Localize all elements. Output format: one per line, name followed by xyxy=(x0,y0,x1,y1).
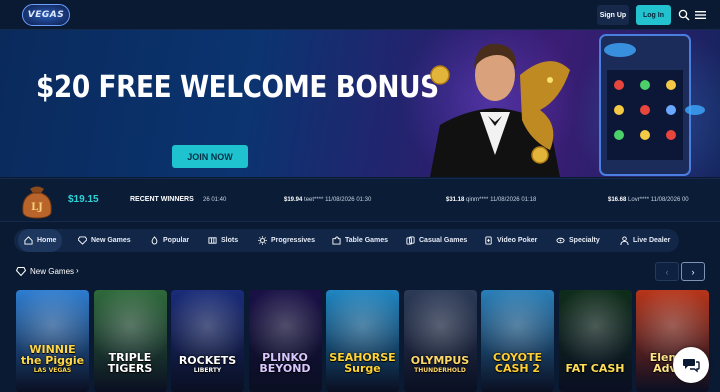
category-casual-games[interactable]: Casual Games xyxy=(406,229,467,252)
game-subtitle: LAS VEGAS xyxy=(33,367,72,374)
home-icon xyxy=(24,236,33,245)
category-slots[interactable]: Slots xyxy=(208,229,238,252)
winner-date: 26 01:40 xyxy=(203,197,227,203)
game-title: ROCKETS LIBERTY xyxy=(178,354,237,374)
slot-machine-illustration xyxy=(599,34,705,176)
game-tile[interactable]: TRIPLE TIGERS xyxy=(93,290,167,392)
category-label: Slots xyxy=(221,237,239,244)
login-button[interactable]: Log In xyxy=(636,5,671,25)
poker-icon xyxy=(485,236,492,245)
specialty-icon xyxy=(556,237,565,244)
hero-title: $20 FREE WELCOME BONUS xyxy=(36,70,439,105)
winner-user: Lovr**** xyxy=(628,197,650,203)
category-label: Home xyxy=(37,237,57,244)
game-subtitle: LIBERTY xyxy=(193,367,222,374)
diamond-icon xyxy=(16,267,26,276)
category-live-dealer[interactable]: Live Dealer xyxy=(620,229,670,252)
game-tile[interactable]: FAT CASH xyxy=(558,290,632,392)
game-title: SEAHORSE Surge xyxy=(329,351,396,375)
diamond-icon xyxy=(78,236,87,245)
vegas-logo[interactable]: VEGAS xyxy=(22,4,70,26)
winner-entry: $16.68 Lovr**** 11/08/2026 00 xyxy=(608,197,689,203)
category-table-games[interactable]: Table Games xyxy=(332,229,388,252)
category-specialty[interactable]: Specialty xyxy=(556,229,600,252)
game-tile[interactable]: OLYMPUS THUNDERHOLD xyxy=(403,290,477,392)
game-subtitle: THUNDERHOLD xyxy=(414,367,466,374)
winner-date: 11/08/2026 01:18 xyxy=(490,197,537,203)
flame-icon xyxy=(151,236,158,245)
new-games-title[interactable]: New Games xyxy=(30,267,74,276)
game-title: TRIPLE TIGERS xyxy=(107,351,153,375)
winner-amount: $19.94 xyxy=(284,197,303,203)
category-nav: Home New Games Popular Slots Progressive… xyxy=(14,229,679,252)
hero-host-illustration xyxy=(430,43,570,177)
game-tile[interactable]: COYOTE CASH 2 xyxy=(481,290,554,392)
game-tile[interactable]: PLINKO BEYOND xyxy=(248,290,322,392)
chat-icon xyxy=(683,359,700,373)
live-chat-button[interactable] xyxy=(673,347,709,383)
category-label: New Games xyxy=(91,237,131,244)
slots-icon xyxy=(208,237,217,244)
category-label: Table Games xyxy=(345,237,389,244)
winner-entry: $31.18 qinm**** 11/08/2026 01:18 xyxy=(446,197,536,203)
winner-date: 11/08/2026 01:30 xyxy=(325,197,372,203)
search-icon[interactable] xyxy=(678,9,690,21)
jackpot-bag-icon: LJ xyxy=(22,186,52,219)
category-label: Specialty xyxy=(569,237,600,244)
winner-amount: $31.18 xyxy=(446,197,465,203)
carousel-next-button[interactable]: › xyxy=(681,262,705,281)
category-label: Casual Games xyxy=(419,237,468,244)
game-title: WINNIE the Piggie LAS VEGAS xyxy=(16,344,89,374)
winner-entry: $19.94 teet**** 11/08/2026 01:30 xyxy=(284,197,371,203)
recent-winners-title: RECENT WINNERS xyxy=(130,196,194,203)
category-new-games[interactable]: New Games xyxy=(78,229,131,252)
dealer-icon xyxy=(620,236,629,245)
jackpot-bag-letters: LJ xyxy=(31,202,43,213)
game-title: OLYMPUS THUNDERHOLD xyxy=(410,354,470,374)
game-title: FAT CASH xyxy=(565,362,625,375)
game-title: PLINKO BEYOND xyxy=(259,351,311,375)
carousel-prev-button[interactable]: ‹ xyxy=(655,262,679,281)
category-label: Live Dealer xyxy=(633,237,671,244)
puzzle-icon xyxy=(332,236,341,245)
signup-button[interactable]: Sign Up xyxy=(597,5,629,25)
winners-strip: LJ $19.15 RECENT WINNERS 26 01:40 $19.94… xyxy=(0,178,720,222)
game-title: COYOTE CASH 2 xyxy=(493,351,542,375)
game-tile[interactable]: ROCKETS LIBERTY xyxy=(171,290,244,392)
game-tile[interactable]: WINNIE the Piggie LAS VEGAS xyxy=(16,290,89,392)
category-label: Video Poker xyxy=(497,237,538,244)
join-now-button[interactable]: JOIN NOW xyxy=(172,145,248,168)
game-tile[interactable]: SEAHORSE Surge xyxy=(326,290,399,392)
hero-banner[interactable]: $20 FREE WELCOME BONUS JOIN NOW xyxy=(0,30,720,177)
category-label: Popular xyxy=(163,237,190,244)
logo-text: VEGAS xyxy=(27,10,65,20)
category-label: Progressives xyxy=(271,237,315,244)
top-header: VEGAS Sign Up Log In xyxy=(0,0,720,30)
winner-user: teet**** xyxy=(304,197,324,203)
category-popular[interactable]: Popular xyxy=(150,229,189,252)
category-home[interactable]: Home xyxy=(18,229,63,252)
jackpot-amount: $19.15 xyxy=(68,194,99,205)
winner-entry: 26 01:40 xyxy=(203,197,226,203)
winner-user: qinm**** xyxy=(466,197,489,203)
cards-icon xyxy=(406,236,415,245)
category-video-poker[interactable]: Video Poker xyxy=(484,229,537,252)
hamburger-menu-icon[interactable] xyxy=(695,10,706,20)
sun-icon xyxy=(258,236,267,245)
category-progressives[interactable]: Progressives xyxy=(258,229,315,252)
chevron-right-icon[interactable]: › xyxy=(76,266,79,275)
winner-date: 11/08/2026 00 xyxy=(650,197,689,203)
winner-amount: $16.68 xyxy=(608,197,627,203)
